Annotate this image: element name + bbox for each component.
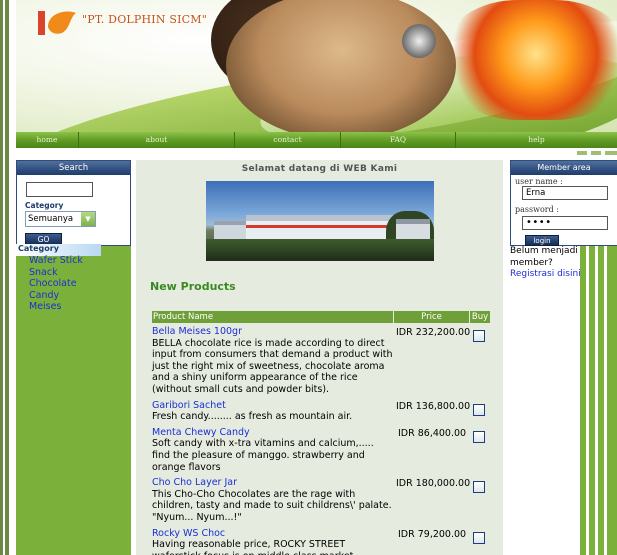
product-price: IDR 136,800.00 — [396, 400, 471, 412]
headset-icon — [402, 24, 436, 58]
product-description: BELLA chocolate rice is made according t… — [152, 337, 393, 395]
product-name-link[interactable]: Rocky WS Choc — [152, 528, 394, 540]
product-description: Fresh candy........ as fresh as mountain… — [152, 411, 353, 423]
table-row: Menta Chewy Candy Soft candy with x-tra … — [152, 427, 490, 473]
register-prompt: Belum menjadi member? — [510, 246, 578, 268]
nav-subline — [16, 148, 617, 159]
factory-hedge — [206, 239, 434, 261]
right-green-stripes — [580, 246, 617, 555]
category-item-meises[interactable]: Meises — [29, 301, 83, 313]
table-row: Garibori Sachet Fresh candy........ as f… — [152, 400, 490, 423]
product-price: IDR 180,000.00 — [396, 478, 471, 490]
category-list: Wafer Stick Snack Chocolate Candy Meises — [29, 255, 83, 313]
category-select-value: Semuanya — [28, 214, 74, 224]
member-title: Member area — [511, 161, 617, 175]
login-button[interactable]: login — [525, 235, 559, 246]
right-sidebar: Member area user name : Erna password : … — [510, 160, 617, 555]
nav-faq[interactable]: FAQ — [341, 132, 456, 148]
category-item-wafer-stick[interactable]: Wafer Stick — [29, 255, 83, 267]
table-row: Cho Cho Layer Jar This Cho-Cho Chocolate… — [152, 477, 490, 523]
product-price: IDR 79,200.00 — [398, 528, 467, 540]
product-description: This Cho-Cho Chocolates are the rage wit… — [152, 488, 392, 523]
column-header-name: Product Name — [152, 311, 394, 323]
products-table: Product Name Price Buy Bella Meises 100g… — [152, 311, 490, 555]
buy-checkbox[interactable] — [473, 430, 485, 443]
category-title: Category — [18, 244, 59, 253]
banner-face-photo — [226, 0, 456, 132]
buy-checkbox[interactable] — [473, 403, 485, 416]
search-title: Search — [17, 161, 130, 175]
header-banner: "PT. DOLPHIN SICM" — [16, 0, 617, 132]
main-nav: home about contact FAQ help — [16, 132, 617, 148]
product-price: IDR 86,400.00 — [398, 427, 467, 439]
category-select[interactable]: Semuanya ▼ — [25, 211, 96, 227]
buy-checkbox[interactable] — [473, 330, 485, 342]
banner-flower — [446, 0, 617, 120]
table-row: Rocky WS Choc Having reasonable price, R… — [152, 528, 490, 555]
section-title: New Products — [150, 280, 236, 293]
buy-checkbox[interactable] — [473, 481, 485, 494]
member-panel: Member area user name : Erna password : … — [510, 160, 617, 246]
logo-icon — [38, 11, 76, 35]
buy-checkbox[interactable] — [473, 531, 485, 544]
nav-contact[interactable]: contact — [235, 132, 341, 148]
subline-decoration — [577, 151, 617, 155]
product-price: IDR 232,200.00 — [396, 327, 471, 338]
product-description: Soft candy with x-tra vitamins and calci… — [152, 438, 374, 473]
password-field[interactable]: •••• — [522, 216, 608, 230]
nav-help[interactable]: help — [456, 132, 617, 148]
product-name-link[interactable]: Cho Cho Layer Jar — [152, 477, 394, 489]
category-item-chocolate[interactable]: Chocolate — [29, 278, 83, 290]
nav-about[interactable]: about — [79, 132, 235, 148]
left-sidebar: Search Category Semuanya ▼ GO Category W… — [16, 160, 131, 555]
search-panel: Search Category Semuanya ▼ GO — [16, 160, 131, 246]
nav-home[interactable]: home — [16, 132, 79, 148]
category-item-candy[interactable]: Candy — [29, 290, 83, 302]
factory-building-main — [246, 215, 396, 241]
factory-photo — [206, 181, 434, 261]
search-input[interactable] — [26, 182, 93, 197]
welcome-heading: Selamat datang di WEB Kami — [241, 164, 398, 174]
product-name-link[interactable]: Garibori Sachet — [152, 400, 394, 412]
page-left-stripe — [0, 0, 9, 555]
factory-red-stripe — [246, 225, 396, 228]
username-field[interactable]: Erna — [522, 186, 608, 200]
column-header-buy: Buy — [470, 311, 490, 323]
logo-text: "PT. DOLPHIN SICM" — [82, 13, 207, 26]
category-label: Category — [25, 201, 64, 210]
product-name-link[interactable]: Menta Chewy Candy — [152, 427, 394, 439]
factory-building-right — [396, 219, 430, 241]
product-description: Having reasonable price, ROCKY STREET wa… — [152, 539, 356, 555]
table-header: Product Name Price Buy — [152, 311, 490, 323]
chevron-down-icon[interactable]: ▼ — [81, 212, 95, 226]
register-link[interactable]: Registrasi disini — [510, 269, 584, 280]
category-item-snack[interactable]: Snack — [29, 267, 83, 279]
column-header-price: Price — [394, 311, 470, 323]
table-row: Bella Meises 100gr BELLA chocolate rice … — [152, 326, 490, 396]
main-content: Selamat datang di WEB Kami New Products … — [136, 160, 503, 555]
password-label: password : — [515, 205, 559, 214]
product-name-link[interactable]: Bella Meises 100gr — [152, 326, 394, 338]
username-label: user name : — [515, 177, 563, 186]
